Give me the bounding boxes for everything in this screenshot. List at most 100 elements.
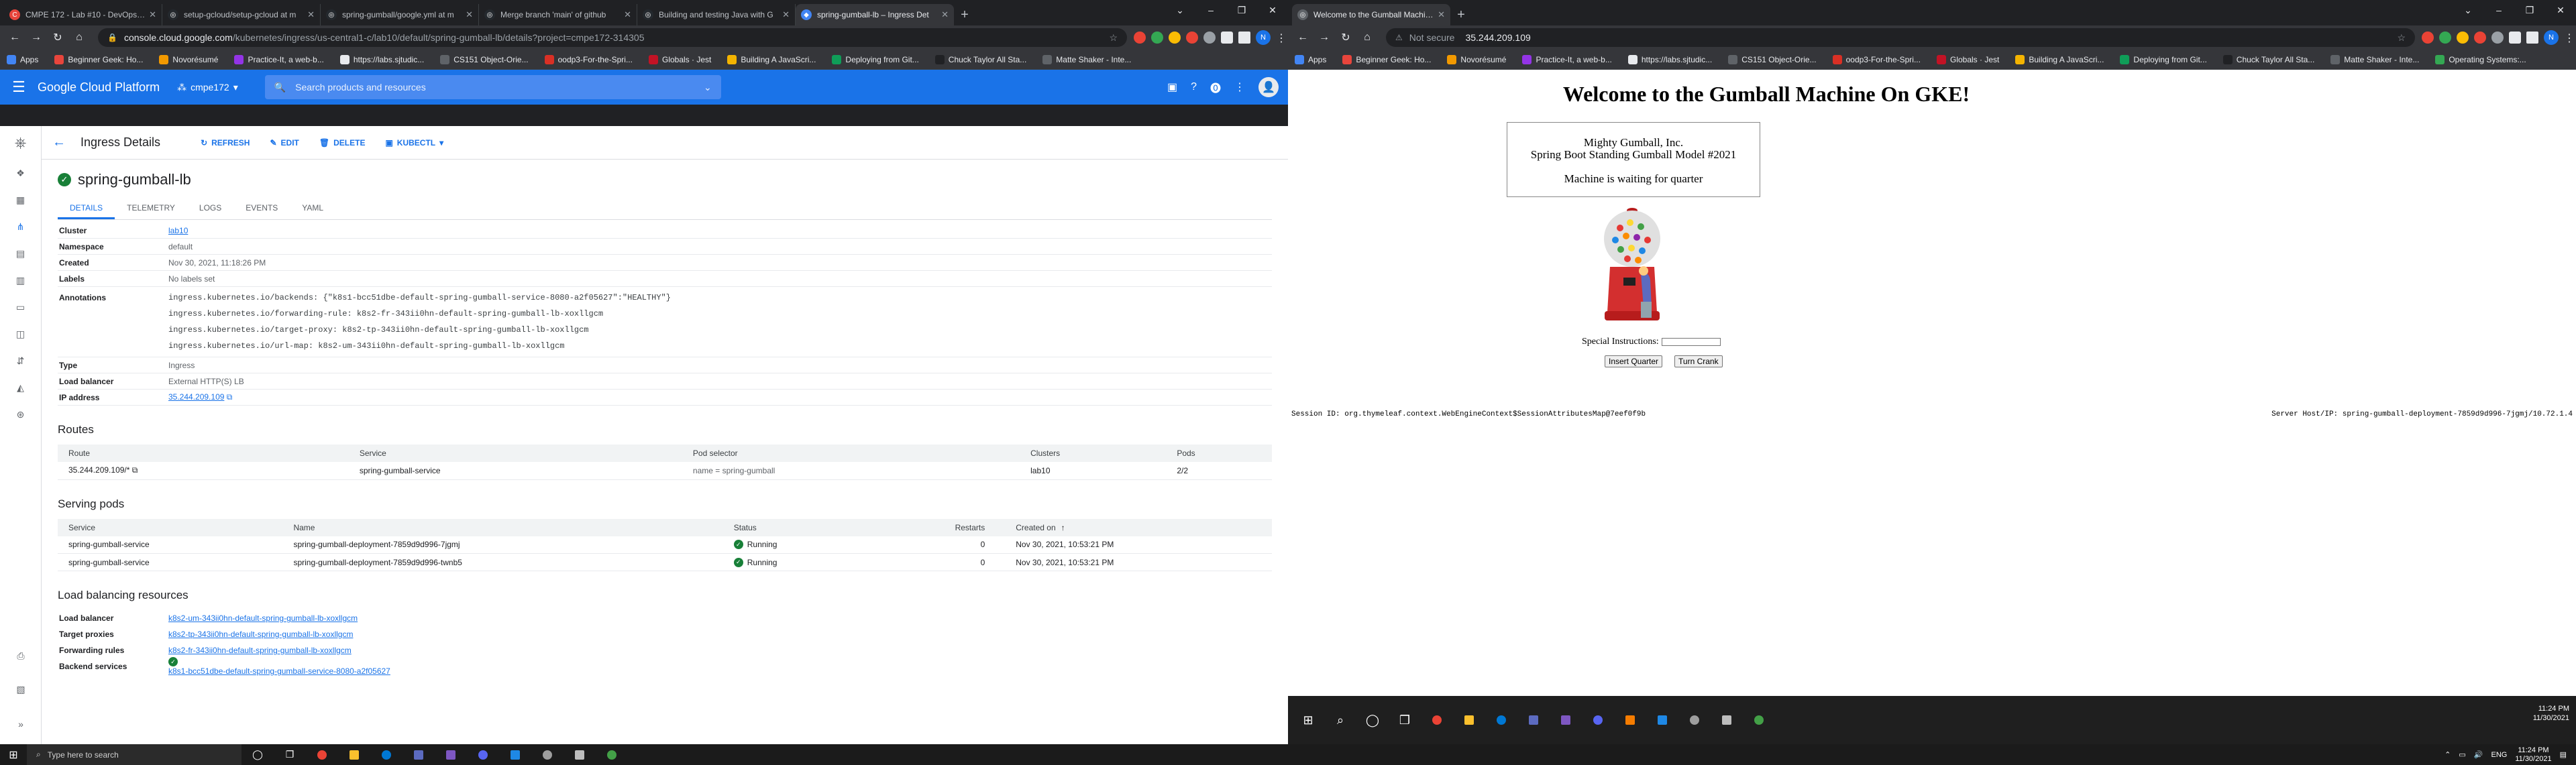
cloud-shell-icon[interactable]: ▣ [1167,80,1177,94]
delete-button[interactable]: 🗑 DELETE [319,138,366,148]
minimize-icon[interactable]: – [1195,0,1226,20]
column-header[interactable]: Service [58,518,283,536]
menu-dots-icon[interactable]: ⋮ [1276,32,1287,44]
tab-telemetry[interactable]: TELEMETRY [115,203,187,219]
bookmark-item[interactable]: CS151 Object-Orie... [1728,54,1817,64]
notifications-icon[interactable]: ⓿ [1210,79,1221,95]
network-icon[interactable]: ▭ [2459,750,2465,759]
bookmark-item[interactable]: Globals · Jest [648,54,711,64]
edit-button[interactable]: ✎ EDIT [270,138,299,148]
lbr-link[interactable]: k8s2-fr-343ii0hn-default-spring-gumball-… [168,646,352,655]
cortana-icon[interactable]: ◯ [241,744,274,765]
visual-studio-icon[interactable] [435,744,467,765]
notification-icon[interactable]: ▤ [2560,750,2567,759]
column-header[interactable]: Status [722,518,856,536]
gcp-search-bar[interactable]: 🔍 Search products and resources ⌄ [264,75,721,99]
visual-studio-icon[interactable] [1550,704,1582,736]
browser-tab[interactable]: ◆ spring-gumball-lb – Ingress Det ✕ [796,4,954,25]
maximize-icon[interactable]: ❐ [2514,0,2545,20]
extension-icon[interactable] [2439,32,2451,44]
services-ingress-icon[interactable]: ⋔ [0,213,41,240]
close-window-icon[interactable]: ✕ [2545,0,2576,20]
maximize-icon[interactable]: ❐ [1226,0,1257,20]
tab-logs[interactable]: LOGS [187,203,233,219]
refresh-button[interactable]: ↻ REFRESH [201,138,250,148]
language-indicator[interactable]: ENG [2491,751,2508,759]
bookmark-item[interactable]: CS151 Object-Orie... [440,54,529,64]
bookmark-item[interactable]: https://labs.sjtudic... [339,54,424,64]
extension-icon[interactable] [2491,32,2504,44]
windows-start-icon[interactable]: ⊞ [0,748,27,762]
column-header[interactable]: Clusters [1020,445,1167,462]
browser-tab[interactable]: ◎ spring-gumball/google.yml at m ✕ [321,4,479,25]
config-icon[interactable]: ◭ [0,374,41,401]
browser-tab[interactable]: ◎ setup-gcloud/setup-gcloud at m ✕ [162,4,321,25]
extension-icon[interactable] [1186,32,1198,44]
bookmark-star-icon[interactable]: ☆ [1109,32,1118,44]
tab-details[interactable]: DETAILS [58,203,115,219]
turn-crank-button[interactable]: Turn Crank [1674,355,1723,367]
app-icon[interactable] [1743,704,1775,736]
tab-search-icon[interactable]: ⌄ [2453,0,2483,20]
extension-icon[interactable] [1134,32,1146,44]
app-icon[interactable] [596,744,628,765]
bookmark-item[interactable]: Chuck Taylor All Sta... [934,54,1026,64]
kubernetes-engine-icon[interactable]: ⎈ [0,126,41,160]
bookmark-item[interactable]: Novorésumé [1447,54,1506,64]
close-tab-icon[interactable]: ✕ [149,9,156,20]
menu-dots-icon[interactable]: ⋮ [2564,32,2575,44]
kubectl-button[interactable]: ▣ KUBECTL ▾ [385,138,443,148]
puzzle-icon[interactable] [1221,32,1233,44]
lbr-link[interactable]: k8s1-bcc51dbe-default-spring-gumball-ser… [168,666,390,676]
app-icon[interactable] [564,744,596,765]
minimize-icon[interactable]: – [2483,0,2514,20]
task-view-icon[interactable]: ❐ [274,744,306,765]
app-icon[interactable] [1678,704,1711,736]
intellij-icon[interactable] [1614,704,1646,736]
url-field[interactable]: ⚠ Not secure 35.244.209.109 ☆ [1386,28,2415,47]
file-explorer-icon[interactable] [1453,704,1485,736]
vscode-icon[interactable] [499,744,531,765]
app-icon[interactable] [1711,704,1743,736]
chrome-icon[interactable] [1421,704,1453,736]
bookmark-item[interactable]: Beginner Geek: Ho... [54,54,143,64]
bookmark-item[interactable]: oodp3-For-the-Spri... [544,54,633,64]
bookmark-item[interactable]: Chuck Taylor All Sta... [2222,54,2314,64]
secrets-icon[interactable]: ▥ [0,267,41,294]
bookmark-item[interactable]: Globals · Jest [1936,54,1999,64]
close-tab-icon[interactable]: ✕ [466,9,473,20]
store-icon[interactable] [1517,704,1550,736]
marketplace-icon[interactable]: ⊛ [0,401,41,428]
cortana-icon[interactable]: ◯ [1356,704,1389,736]
clusters-icon[interactable]: ❖ [0,160,41,186]
bookmark-item[interactable]: Practice-It, a web-b... [1522,54,1612,64]
project-selector[interactable]: ⁂ cmpe172 ▾ [177,82,238,93]
bookmark-item[interactable]: Operating Systems:... [2435,54,2526,64]
task-view-icon[interactable]: ❐ [1389,704,1421,736]
forward-icon[interactable]: → [27,28,46,47]
open-in-new-icon[interactable]: ⧉ [227,392,233,402]
search-icon[interactable]: ⌕ [1324,704,1356,736]
profile-icon[interactable]: N [2544,30,2559,45]
windows-start-icon[interactable]: ⊞ [1292,704,1324,736]
bookmark-item[interactable]: Apps [7,54,38,64]
browser-tab[interactable]: C CMPE 172 - Lab #10 - DevOps Dep ✕ [4,4,162,25]
release-notes-icon[interactable]: ⎙ [0,642,42,669]
cluster-link[interactable]: lab10 [168,226,188,235]
browser-tab[interactable]: ◎ Building and testing Java with G ✕ [637,4,796,25]
vscode-icon[interactable] [1646,704,1678,736]
sidepanel-icon[interactable] [1238,32,1250,44]
app-icon[interactable] [531,744,564,765]
route-link[interactable]: 35.244.209.109/* [68,465,129,475]
edge-icon[interactable] [1485,704,1517,736]
reload-icon[interactable]: ↻ [48,28,67,47]
close-tab-icon[interactable]: ✕ [941,9,949,20]
hamburger-menu-icon[interactable]: ☰ [9,78,28,96]
column-header[interactable]: Pods [1166,445,1272,462]
bookmark-item[interactable]: Matte Shaker - Inte... [2330,54,2419,64]
sort-ascending-icon[interactable]: ↑ [1061,523,1065,532]
column-header[interactable]: Name [282,518,723,536]
bookmark-star-icon[interactable]: ☆ [2397,32,2406,44]
more-vert-icon[interactable]: ⋮ [1234,80,1245,94]
close-tab-icon[interactable]: ✕ [307,9,315,20]
